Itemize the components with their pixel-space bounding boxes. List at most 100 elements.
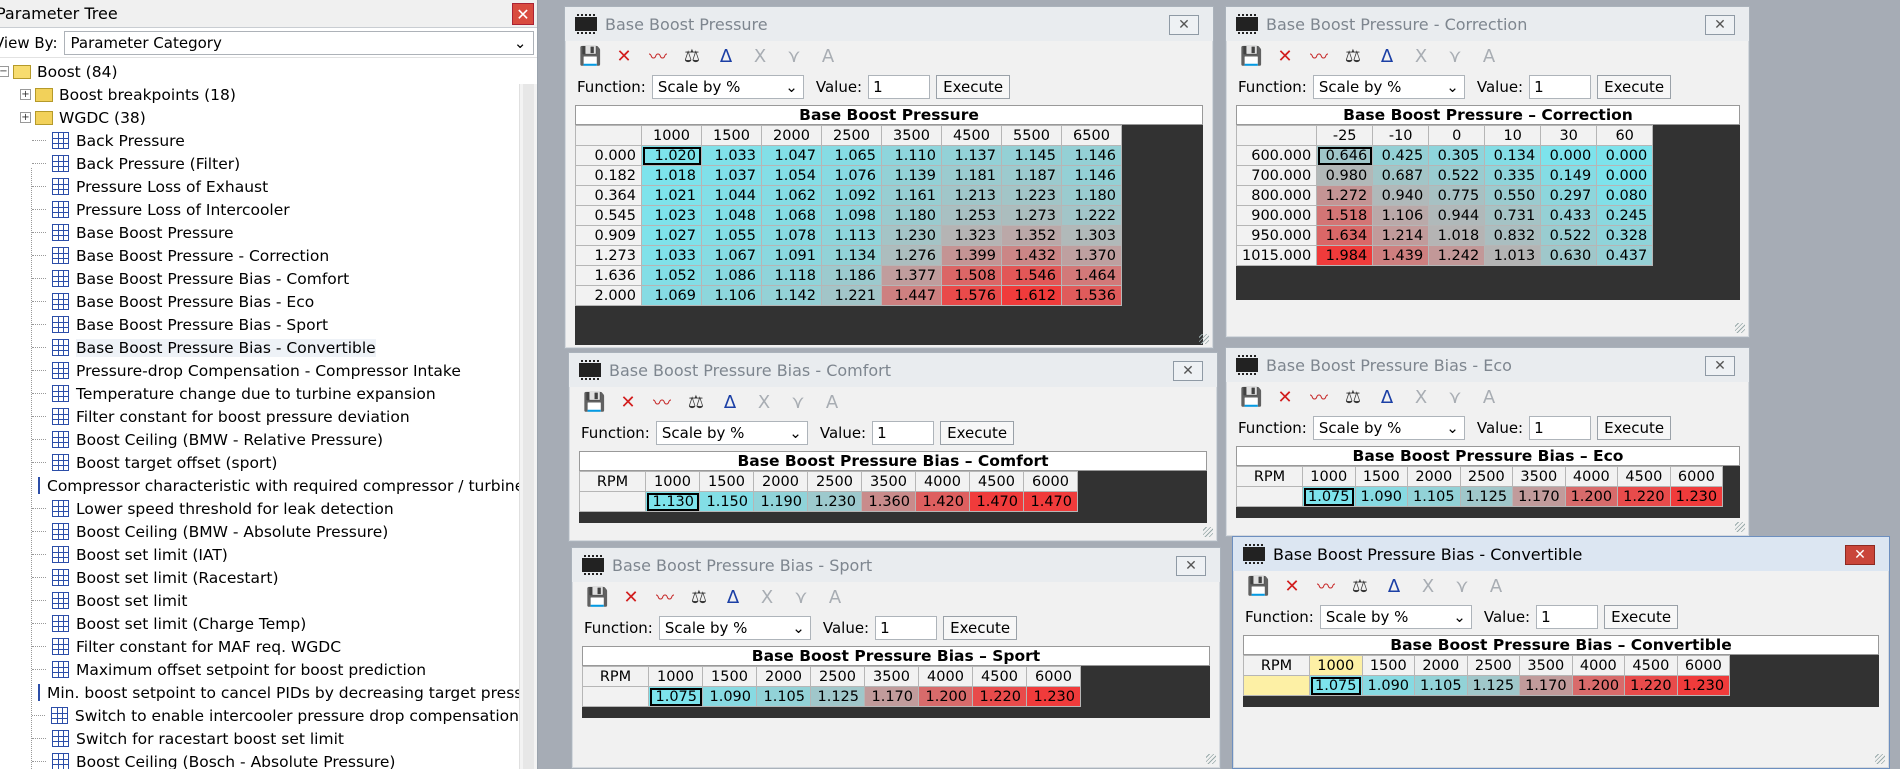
table-cell[interactable]: 1.013 (1484, 245, 1542, 266)
table-cell[interactable]: 0.775 (1428, 185, 1486, 206)
text-icon[interactable]: A (821, 392, 843, 413)
row-header[interactable]: 700.000 (1236, 165, 1318, 186)
tree-item[interactable]: Back Pressure (0, 129, 519, 152)
table-cell[interactable]: 1.037 (701, 165, 762, 186)
column-header[interactable]: 5500 (1001, 125, 1062, 146)
column-header[interactable]: 10 (1484, 125, 1542, 146)
window-bias-comfort[interactable]: Base Boost Pressure Bias - Comfort ✕ 💾 ✕ 〰 ⚖ Δ… (568, 352, 1218, 542)
table-cell[interactable]: 1.062 (761, 185, 822, 206)
table-cell[interactable]: 1.068 (761, 205, 822, 226)
table-cell[interactable]: 1.984 (1316, 245, 1374, 266)
table-cell[interactable]: 0.433 (1540, 205, 1598, 226)
table-cell[interactable]: 1.200 (918, 686, 973, 707)
scale-icon[interactable]: ⚖ (1342, 387, 1364, 408)
expand-icon[interactable]: + (20, 112, 31, 123)
text-icon[interactable]: A (1478, 387, 1500, 408)
table-cell[interactable]: 1.634 (1316, 225, 1374, 246)
scale-icon[interactable]: ⚖ (1342, 46, 1364, 67)
table-cell[interactable]: 0.731 (1484, 205, 1542, 226)
tree-item[interactable]: Boost target offset (sport) (0, 451, 519, 474)
table-cell[interactable]: 1.242 (1428, 245, 1486, 266)
table-cell[interactable]: 1.220 (1617, 486, 1671, 507)
row-header[interactable] (579, 491, 646, 512)
table-cell[interactable]: 1.370 (1061, 245, 1122, 266)
split-icon[interactable]: ⋎ (783, 46, 805, 67)
table-cell[interactable]: 1.021 (641, 185, 702, 206)
table-cell[interactable]: 1.170 (864, 686, 919, 707)
table-cell[interactable]: 1.546 (1001, 265, 1062, 286)
table-cell[interactable]: 1.186 (821, 265, 882, 286)
function-select[interactable]: Scale by % ⌄ (655, 421, 808, 445)
table-cell[interactable]: 1.323 (941, 225, 1002, 246)
scale-icon[interactable]: ⚖ (681, 46, 703, 67)
tree-item[interactable]: Min. boost setpoint to cancel PIDs by de… (0, 681, 519, 704)
scale-icon[interactable]: ⚖ (1349, 576, 1371, 597)
table-cell[interactable]: 1.033 (641, 245, 702, 266)
function-select[interactable]: Scale by % ⌄ (1319, 605, 1472, 629)
table-cell[interactable]: 0.437 (1596, 245, 1654, 266)
table-cell[interactable]: 1.220 (1624, 675, 1678, 696)
row-header[interactable]: 0.364 (575, 185, 642, 206)
graph-icon[interactable]: 〰 (1308, 384, 1330, 410)
table-cell[interactable]: 1.055 (701, 225, 762, 246)
column-header[interactable]: 1500 (1354, 466, 1409, 487)
tree-item[interactable]: Base Boost Pressure Bias - Convertible (0, 336, 519, 359)
tree-item[interactable]: Boost Ceiling (BMW - Relative Pressure) (0, 428, 519, 451)
table-cell[interactable]: 1.360 (861, 491, 916, 512)
row-header[interactable]: 900.000 (1236, 205, 1318, 226)
cut-icon[interactable]: Ⅹ (1410, 387, 1432, 408)
scrollbar-thumb[interactable] (523, 84, 534, 769)
column-header[interactable]: 3500 (861, 471, 916, 492)
table-cell[interactable]: 0.328 (1596, 225, 1654, 246)
table-cell[interactable]: 1.018 (641, 165, 702, 186)
table-cell[interactable]: 1.023 (641, 205, 702, 226)
save-icon[interactable]: 💾 (1240, 46, 1262, 67)
graph-icon[interactable]: 〰 (651, 389, 673, 415)
graph-icon[interactable]: 〰 (654, 584, 676, 610)
column-header[interactable]: 2000 (756, 666, 811, 687)
table-cell[interactable]: 1.536 (1061, 285, 1122, 306)
interpolate-icon[interactable]: Δ (715, 46, 737, 67)
table-cell[interactable]: 0.687 (1372, 165, 1430, 186)
save-icon[interactable]: 💾 (1247, 576, 1269, 597)
column-header[interactable]: 2500 (1459, 466, 1514, 487)
row-header[interactable]: 0.182 (575, 165, 642, 186)
table-cell[interactable]: 1.090 (702, 686, 757, 707)
interpolate-icon[interactable]: Δ (722, 587, 744, 608)
expand-icon[interactable]: + (20, 89, 31, 100)
row-header[interactable]: 800.000 (1236, 185, 1318, 206)
cut-icon[interactable]: Ⅹ (1417, 576, 1439, 597)
row-header[interactable]: 600.000 (1236, 145, 1318, 166)
table-cell[interactable]: 1.075 (1309, 675, 1363, 696)
table-cell[interactable]: 1.420 (915, 491, 970, 512)
table-cell[interactable]: 1.230 (1676, 675, 1731, 696)
resize-grip[interactable] (1875, 754, 1885, 764)
column-header[interactable]: 1000 (645, 471, 700, 492)
column-header[interactable]: 3500 (1512, 466, 1566, 487)
split-icon[interactable]: ⋎ (787, 392, 809, 413)
table-cell[interactable]: 1.273 (1001, 205, 1062, 226)
row-header[interactable]: 1.273 (575, 245, 642, 266)
table-cell[interactable]: 0.000 (1540, 145, 1598, 166)
tree-item[interactable]: Boost set limit (0, 589, 519, 612)
tree-item[interactable]: Compressor characteristic with required … (0, 474, 519, 497)
split-icon[interactable]: ⋎ (1444, 46, 1466, 67)
window-bias-eco[interactable]: Base Boost Pressure Bias - Eco ✕ 💾 ✕ 〰 ⚖ Δ Ⅹ ⋎ A F… (1225, 347, 1750, 537)
table-cell[interactable]: 0.335 (1484, 165, 1542, 186)
column-header[interactable]: 2500 (807, 471, 862, 492)
column-header[interactable]: 2000 (1414, 655, 1468, 676)
split-icon[interactable]: ⋎ (1451, 576, 1473, 597)
tree-item[interactable]: Lower speed threshold for leak detection (0, 497, 519, 520)
table-cell[interactable]: 1.214 (1372, 225, 1430, 246)
cut-icon[interactable]: Ⅹ (749, 46, 771, 67)
row-header[interactable] (582, 686, 649, 707)
interpolate-icon[interactable]: Δ (719, 392, 741, 413)
tree-folder[interactable]: + Boost breakpoints (18) (0, 83, 519, 106)
table-cell[interactable]: 1.220 (972, 686, 1027, 707)
column-header[interactable]: 4000 (915, 471, 970, 492)
execute-button[interactable]: Execute (1604, 605, 1679, 629)
correction-titlebar[interactable]: Base Boost Pressure - Correction ✕ (1226, 7, 1749, 41)
table-cell[interactable]: 0.944 (1428, 205, 1486, 226)
column-header[interactable]: 1000 (1309, 655, 1363, 676)
table-cell[interactable]: 1.125 (1466, 675, 1521, 696)
